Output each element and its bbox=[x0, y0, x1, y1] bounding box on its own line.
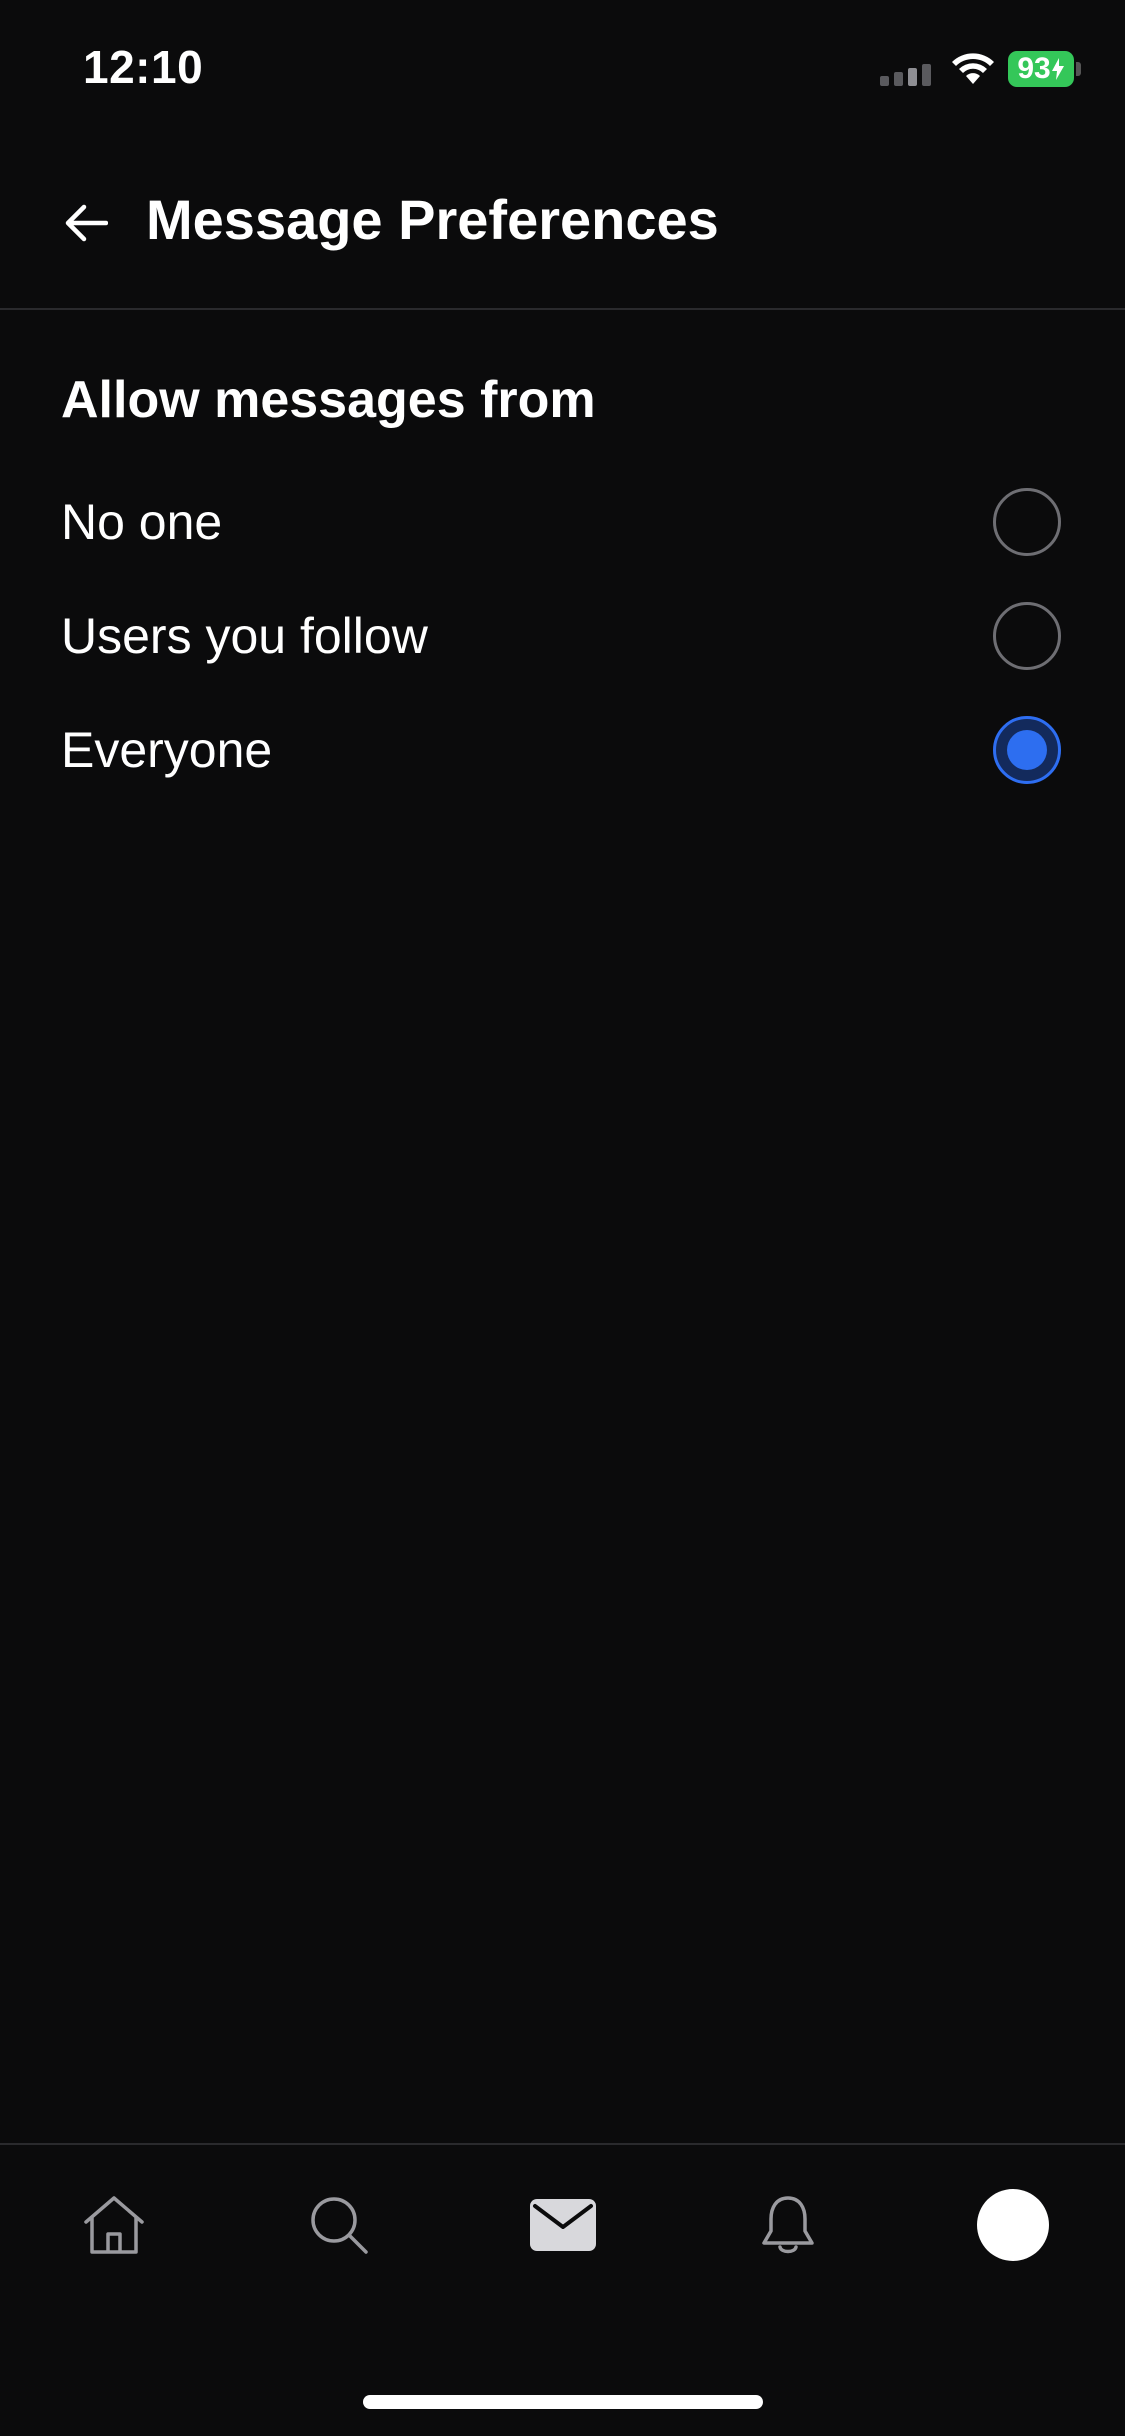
tab-messages[interactable] bbox=[513, 2175, 613, 2275]
home-indicator[interactable] bbox=[363, 2395, 763, 2409]
radio-selected-dot bbox=[1007, 730, 1047, 770]
option-users-you-follow[interactable]: Users you follow bbox=[0, 581, 1125, 691]
charging-bolt-icon bbox=[1051, 58, 1064, 80]
bell-icon bbox=[762, 2196, 814, 2254]
avatar bbox=[977, 2189, 1049, 2261]
mail-icon bbox=[530, 2199, 596, 2251]
status-bar: 12:10 93 bbox=[0, 0, 1125, 135]
tab-search[interactable] bbox=[289, 2175, 389, 2275]
search-icon bbox=[311, 2197, 368, 2254]
arrow-left-icon bbox=[65, 204, 108, 242]
battery-level: 93 bbox=[1017, 52, 1051, 85]
tab-profile[interactable] bbox=[963, 2175, 1063, 2275]
status-time: 12:10 bbox=[83, 41, 204, 93]
option-no-one[interactable]: No one bbox=[0, 467, 1125, 577]
option-everyone[interactable]: Everyone bbox=[0, 695, 1125, 805]
tab-home[interactable] bbox=[64, 2175, 164, 2275]
option-label: Users you follow bbox=[61, 608, 428, 664]
radio-everyone[interactable] bbox=[993, 716, 1061, 784]
section-heading: Allow messages from bbox=[61, 371, 596, 429]
radio-users-you-follow[interactable] bbox=[993, 602, 1061, 670]
wifi-icon bbox=[952, 53, 994, 84]
page-title: Message Preferences bbox=[146, 188, 719, 251]
battery-cap bbox=[1076, 62, 1081, 76]
home-icon bbox=[84, 2196, 144, 2254]
signal-icon bbox=[880, 64, 931, 86]
radio-no-one[interactable] bbox=[993, 488, 1061, 556]
battery-icon: 93 bbox=[1008, 51, 1074, 87]
tab-notifications[interactable] bbox=[738, 2175, 838, 2275]
back-button[interactable] bbox=[50, 187, 122, 259]
option-label: Everyone bbox=[61, 722, 273, 778]
header: Message Preferences bbox=[0, 135, 1125, 310]
option-label: No one bbox=[61, 494, 223, 550]
tab-bar bbox=[0, 2143, 1125, 2436]
